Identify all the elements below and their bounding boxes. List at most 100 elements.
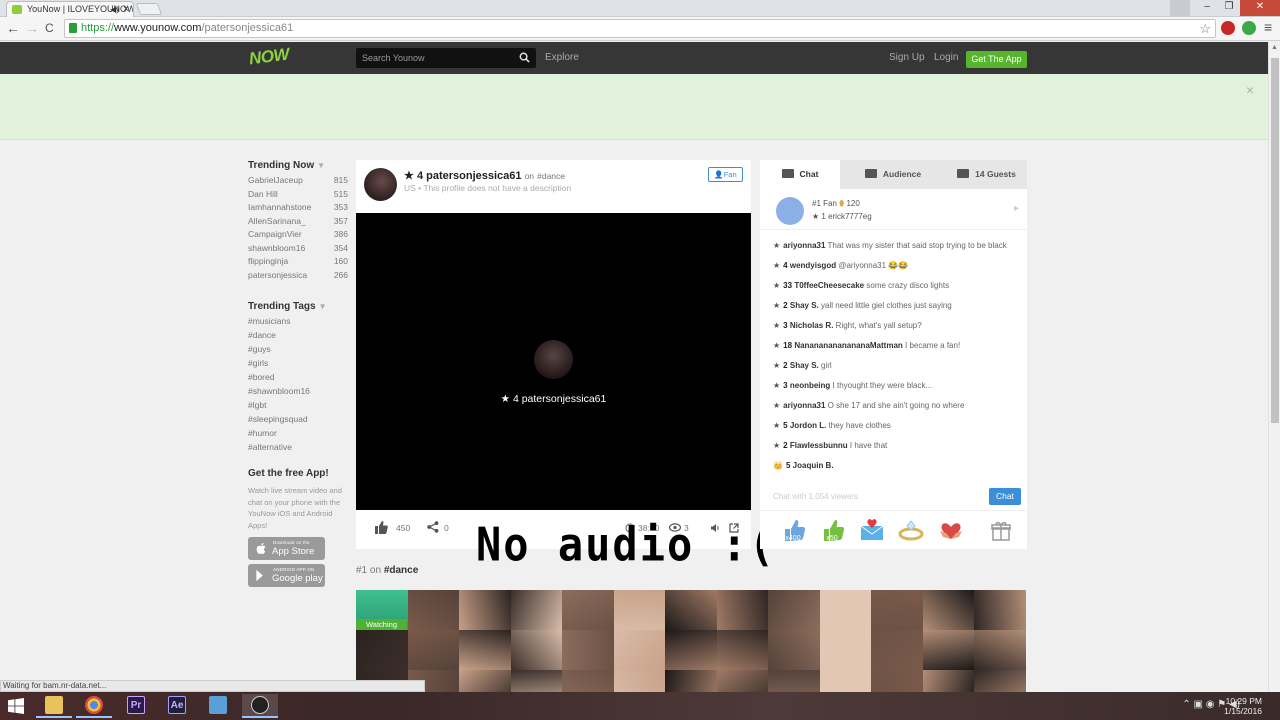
video-player[interactable]: ★ 4 patersonjessica61	[356, 213, 751, 510]
broadcast-thumbnail[interactable]	[974, 630, 1026, 670]
reload-button[interactable]: C	[45, 21, 54, 35]
trending-user-item[interactable]: AllenSarinana_ 357	[248, 216, 348, 230]
close-window-button[interactable]: ✕	[1240, 0, 1280, 16]
scroll-up-icon[interactable]: ▲	[1271, 44, 1278, 51]
trending-user-item[interactable]: Iamhannahstone 353	[248, 202, 348, 216]
trending-user-item[interactable]: CampaignVier 386	[248, 229, 348, 243]
broadcast-thumbnail[interactable]	[562, 670, 614, 692]
back-button[interactable]: ←	[6, 20, 20, 36]
bookmark-star-icon[interactable]: ☆	[1199, 20, 1211, 37]
broadcast-thumbnail[interactable]	[716, 630, 768, 670]
chevron-right-icon[interactable]: ▸	[1014, 203, 1019, 214]
trending-user-item[interactable]: Dan Hill 515	[248, 189, 348, 203]
broadcast-thumbnail[interactable]	[768, 590, 820, 630]
thumb-gift-icon[interactable]: x50	[819, 517, 845, 543]
fan-button[interactable]: 👤Fan	[708, 167, 743, 182]
trending-user-item[interactable]: shawnbloom16 354	[248, 243, 348, 257]
scrollbar-thumb[interactable]	[1271, 58, 1279, 423]
taskbar-chrome[interactable]	[76, 694, 112, 718]
broadcast-thumbnail[interactable]	[665, 670, 717, 692]
tab-audio-icon[interactable]: ◀)	[110, 2, 119, 17]
broadcast-thumbnail[interactable]	[871, 670, 923, 692]
trending-tag-item[interactable]: #lgbt	[248, 400, 348, 414]
trending-tag-item[interactable]: #girls	[248, 358, 348, 372]
get-the-app-button[interactable]: Get The App	[966, 51, 1027, 68]
broadcast-thumbnail[interactable]	[768, 670, 820, 692]
chat-username[interactable]: neonbeing	[790, 381, 830, 390]
younow-logo[interactable]: NOW	[248, 45, 290, 70]
trending-tag-item[interactable]: #dance	[248, 330, 348, 344]
chat-username[interactable]: Flawlessbunnu	[790, 441, 848, 450]
search-input[interactable]: Search Younow	[356, 48, 536, 68]
chat-username[interactable]: NanananananananaMattman	[794, 341, 902, 350]
profile-icon[interactable]	[1170, 0, 1190, 16]
top-fan-row[interactable]: #1 Fan ⬮ 120 ★ 1 erick7777eg ▸	[760, 193, 1027, 230]
banner-close-icon[interactable]: ×	[1246, 82, 1254, 98]
taskbar-obs[interactable]	[242, 694, 278, 718]
trending-user-item[interactable]: patersonjessica 266	[248, 270, 348, 284]
rank-tag-link[interactable]: #dance	[384, 565, 418, 576]
heart-hands-gift-icon[interactable]	[938, 517, 964, 543]
broadcast-thumbnail[interactable]	[510, 630, 562, 670]
share-icon[interactable]	[427, 521, 439, 533]
chat-username[interactable]: Shay S.	[790, 301, 819, 310]
broadcast-thumbnail[interactable]	[974, 670, 1026, 692]
broadcast-thumbnail[interactable]	[768, 630, 820, 670]
taskbar-after-effects[interactable]: Ae	[159, 694, 195, 718]
broadcast-thumbnail[interactable]	[974, 590, 1026, 630]
broadcast-thumbnail[interactable]	[459, 670, 511, 692]
login-link[interactable]: Login	[934, 52, 958, 63]
broadcast-thumbnail[interactable]	[819, 670, 871, 692]
broadcast-thumbnail[interactable]	[510, 670, 562, 692]
search-icon[interactable]	[519, 52, 530, 63]
like-gift-icon[interactable]: x400	[780, 517, 806, 543]
broadcast-thumbnail[interactable]	[665, 630, 717, 670]
like-icon[interactable]	[374, 521, 388, 534]
broadcast-thumbnail[interactable]	[922, 630, 974, 670]
taskbar-premiere[interactable]: Pr	[118, 694, 154, 718]
chat-username[interactable]: Jordon L.	[790, 421, 826, 430]
broadcast-thumbnail[interactable]	[716, 590, 768, 630]
broadcast-tag-link[interactable]: #dance	[537, 171, 565, 181]
chat-username[interactable]: ariyonna31	[783, 401, 825, 410]
windows-start-icon[interactable]	[8, 698, 24, 714]
broadcast-thumbnail[interactable]	[562, 630, 614, 670]
broadcast-thumbnail[interactable]	[407, 630, 459, 670]
adblock-extension-icon[interactable]	[1221, 21, 1235, 35]
maximize-button[interactable]: ❐	[1218, 0, 1240, 16]
trending-user-item[interactable]: flippinginja 160	[248, 256, 348, 270]
broadcast-thumbnail[interactable]	[871, 630, 923, 670]
tab-chat[interactable]: Chat	[760, 160, 840, 189]
broadcast-thumbnail[interactable]	[613, 670, 665, 692]
tab-close-icon[interactable]: ×	[123, 2, 129, 17]
broadcast-thumbnail[interactable]	[922, 670, 974, 692]
broadcaster-username[interactable]: patersonjessica61	[426, 170, 521, 182]
google-play-button[interactable]: ANDROID APP ON Google play	[248, 564, 325, 587]
trending-tag-item[interactable]: #humor	[248, 428, 348, 442]
trending-tag-item[interactable]: #bored	[248, 372, 348, 386]
minimize-button[interactable]: –	[1196, 0, 1218, 16]
new-tab-button[interactable]	[135, 3, 163, 15]
love-letter-gift-icon[interactable]	[859, 517, 885, 543]
chat-username[interactable]: ariyonna31	[783, 241, 825, 250]
broadcast-thumbnail[interactable]	[459, 630, 511, 670]
trending-tag-item[interactable]: #shawnbloom16	[248, 386, 348, 400]
forward-button[interactable]: →	[25, 20, 39, 36]
tab-audience[interactable]: Audience	[840, 160, 946, 189]
trending-user-item[interactable]: GabrielJaceup 815	[248, 175, 348, 189]
broadcast-thumbnail[interactable]	[407, 590, 459, 630]
broadcaster-avatar[interactable]	[364, 168, 397, 201]
extension-icon[interactable]	[1242, 21, 1256, 35]
broadcast-thumbnail[interactable]	[871, 590, 923, 630]
chat-username[interactable]: wendyisgod	[790, 261, 836, 270]
trending-tags-title[interactable]: Trending Tags ▼	[248, 301, 348, 312]
broadcast-thumbnail[interactable]	[613, 590, 665, 630]
taskbar-clock[interactable]: 10:29 PM 1/15/2016	[1224, 696, 1262, 716]
taskbar-app[interactable]	[200, 694, 236, 718]
broadcast-thumbnail[interactable]	[510, 590, 562, 630]
trending-now-title[interactable]: Trending Now ▼	[248, 160, 348, 171]
explore-link[interactable]: Explore	[545, 52, 579, 63]
broadcast-thumbnail[interactable]	[819, 590, 871, 630]
chat-username[interactable]: T0ffeeCheesecake	[794, 281, 864, 290]
trending-tag-item[interactable]: #sleepingsquad	[248, 414, 348, 428]
